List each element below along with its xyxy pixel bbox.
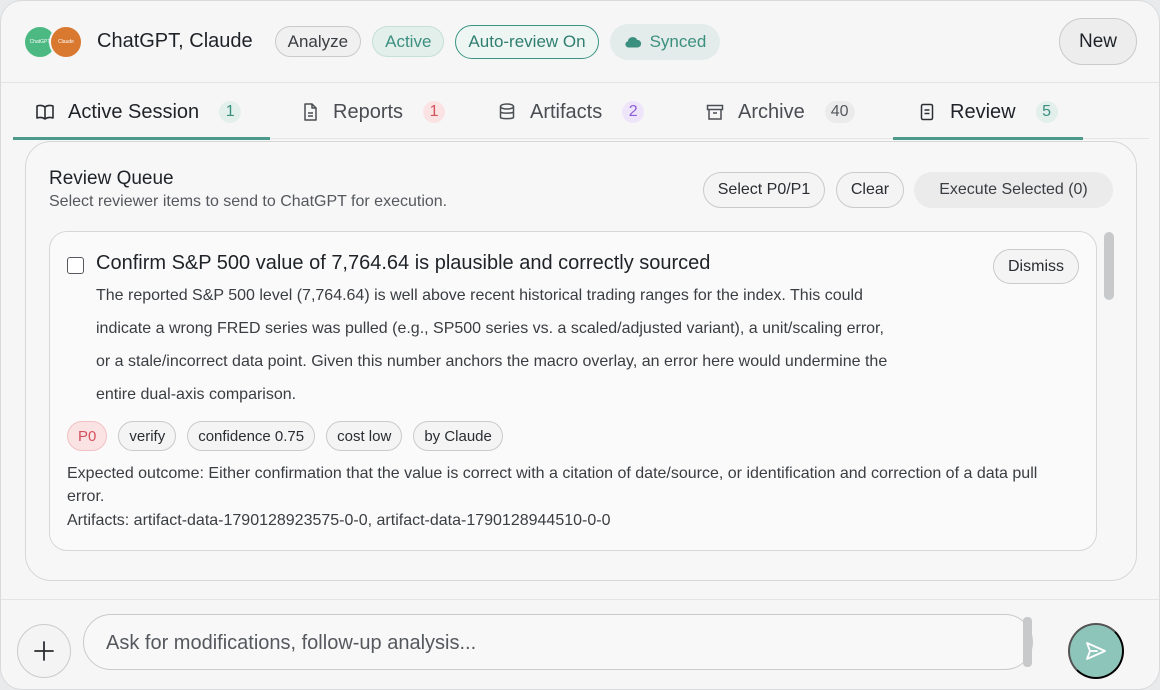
kind-tag: verify [118, 421, 177, 451]
tab-count-badge: 40 [824, 101, 855, 123]
message-input[interactable] [106, 627, 1006, 659]
review-icon [917, 102, 937, 122]
send-icon [1086, 642, 1106, 660]
session-title: ChatGPT, Claude [97, 30, 253, 52]
session-header: ChatGPT Claude ChatGPT, Claude Analyze A… [1, 1, 1159, 83]
tab-count-badge: 2 [622, 101, 645, 123]
expected-outcome: Expected outcome: Either confirmation th… [67, 465, 1038, 505]
review-queue-subtitle: Select reviewer items to send to ChatGPT… [49, 193, 448, 210]
priority-tag: P0 [67, 421, 108, 451]
description-line: or a stale/incorrect data point. Given t… [96, 353, 888, 370]
input-scrollbar[interactable] [1023, 617, 1032, 667]
synced-label: Synced [649, 31, 707, 51]
tab-underline [13, 137, 270, 140]
book-icon [35, 102, 55, 122]
tab-underline [893, 137, 1083, 140]
plus-icon [34, 641, 54, 661]
clear-button[interactable]: Clear [836, 172, 904, 208]
tab-label: Active Session [68, 100, 200, 123]
claude-avatar: Claude [49, 24, 83, 59]
cloud-icon [624, 36, 641, 47]
review-queue-panel: Review Queue Select reviewer items to se… [25, 141, 1137, 581]
tab-count-badge: 1 [423, 101, 446, 123]
linked-artifacts: Artifacts: artifact-data-1790128923575-0… [67, 512, 611, 529]
review-item-description: The reported S&P 500 level (7,764.64) is… [96, 279, 986, 411]
active-status-badge: Active [372, 26, 445, 57]
review-queue-title: Review Queue [49, 168, 174, 189]
tab-count-badge: 5 [1035, 101, 1058, 123]
dismiss-button[interactable]: Dismiss [993, 249, 1079, 284]
tab-reports[interactable]: Reports 1 [300, 85, 446, 139]
review-item-checkbox[interactable] [67, 257, 84, 274]
tab-label: Archive [738, 100, 805, 123]
session-tabs: Active Session 1 Reports 1 Artifacts 2 A… [13, 85, 1149, 140]
description-line: The reported S&P 500 level (7,764.64) is… [96, 287, 863, 304]
select-p0-p1-button[interactable]: Select P0/P1 [703, 172, 825, 208]
new-session-button[interactable]: New [1059, 18, 1137, 65]
tab-label: Review [950, 100, 1016, 123]
message-input-container [83, 614, 1033, 670]
avatar-label: Claude [58, 38, 74, 45]
auto-review-label: Auto-review On [468, 31, 586, 51]
app-window: ChatGPT Claude ChatGPT, Claude Analyze A… [0, 0, 1160, 690]
analyze-badge[interactable]: Analyze [274, 26, 362, 57]
sync-status-badge: Synced [609, 23, 721, 60]
review-item-tags: P0 verify confidence 0.75 cost low by Cl… [67, 421, 514, 451]
tab-artifacts[interactable]: Artifacts 2 [497, 85, 645, 139]
document-icon [300, 102, 320, 122]
add-attachment-button[interactable] [17, 624, 71, 678]
review-item-title: Confirm S&P 500 value of 7,764.64 is pla… [96, 252, 711, 274]
description-line: entire dual-axis comparison. [96, 386, 297, 403]
participant-avatars: ChatGPT Claude [23, 24, 87, 60]
confidence-tag: confidence 0.75 [187, 421, 316, 451]
send-button[interactable] [1068, 623, 1124, 679]
review-item-card: Confirm S&P 500 value of 7,764.64 is pla… [49, 231, 1097, 551]
archive-icon [705, 102, 725, 122]
execute-selected-button[interactable]: Execute Selected (0) [914, 172, 1113, 208]
composer-divider [1, 599, 1159, 600]
avatar-label: ChatGPT [29, 38, 51, 45]
tab-review[interactable]: Review 5 [893, 85, 1083, 140]
tab-label: Artifacts [530, 100, 603, 123]
author-tag: by Claude [413, 421, 503, 451]
cost-tag: cost low [326, 421, 403, 451]
tab-archive[interactable]: Archive 40 [705, 85, 855, 139]
tab-active-session[interactable]: Active Session 1 [13, 85, 270, 140]
tab-count-badge: 1 [219, 101, 242, 123]
tab-label: Reports [333, 100, 404, 123]
database-icon [497, 102, 517, 122]
description-line: indicate a wrong FRED series was pulled … [96, 320, 884, 337]
auto-review-toggle[interactable]: Auto-review On [455, 24, 599, 59]
review-list-scrollbar[interactable] [1104, 232, 1114, 300]
